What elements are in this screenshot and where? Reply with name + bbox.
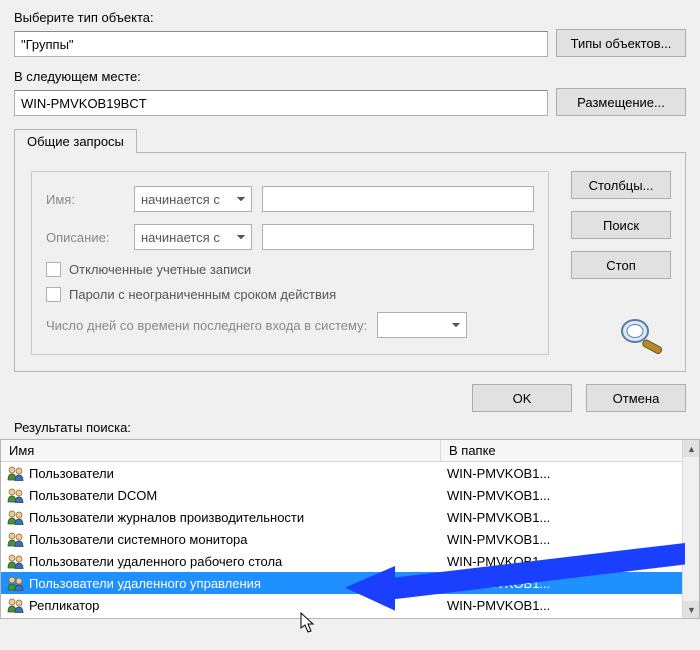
object-types-button[interactable]: Типы объектов...	[556, 29, 686, 57]
tab-common-queries[interactable]: Общие запросы	[14, 129, 137, 153]
row-name: Репликатор	[29, 598, 99, 613]
name-filter-label: Имя:	[46, 192, 124, 207]
row-folder: WIN-PMVKOB1...	[441, 532, 699, 547]
scroll-down-icon[interactable]: ▼	[683, 601, 700, 618]
disabled-accounts-label: Отключенные учетные записи	[69, 262, 251, 277]
table-row[interactable]: Пользователи удаленного управления WIN-P…	[1, 572, 699, 594]
row-folder: WIN-PMVKOB1...	[441, 488, 699, 503]
column-header-name[interactable]: Имя	[1, 440, 441, 461]
row-folder: WIN-PMVKOB1...	[441, 554, 699, 569]
row-name: Пользователи системного монитора	[29, 532, 248, 547]
magnifier-icon	[615, 315, 667, 355]
scroll-up-icon[interactable]: ▲	[683, 440, 700, 457]
row-folder: WIN-PMVKOB1...	[441, 466, 699, 481]
name-filter-mode[interactable]: начинается с	[134, 186, 252, 212]
group-icon	[7, 487, 25, 503]
group-icon	[7, 553, 25, 569]
name-filter-input[interactable]	[262, 186, 534, 212]
disabled-accounts-checkbox[interactable]	[46, 262, 61, 277]
columns-button[interactable]: Столбцы...	[571, 171, 671, 199]
row-name: Пользователи журналов производительности	[29, 510, 304, 525]
row-name: Пользователи удаленного рабочего стола	[29, 554, 282, 569]
row-name: Пользователи DCOM	[29, 488, 157, 503]
row-name: Пользователи удаленного управления	[29, 576, 261, 591]
row-folder: WIN-PMVKOB1...	[441, 510, 699, 525]
desc-filter-label: Описание:	[46, 230, 124, 245]
results-scrollbar[interactable]: ▲ ▼	[682, 440, 699, 618]
table-row[interactable]: Пользователи WIN-PMVKOB1...	[1, 462, 699, 484]
table-row[interactable]: Пользователи журналов производительности…	[1, 506, 699, 528]
table-row[interactable]: Пользователи системного монитора WIN-PMV…	[1, 528, 699, 550]
nonexpiring-pw-label: Пароли с неограниченным сроком действия	[69, 287, 336, 302]
days-since-login-label: Число дней со времени последнего входа в…	[46, 318, 367, 333]
nonexpiring-pw-checkbox[interactable]	[46, 287, 61, 302]
group-icon	[7, 531, 25, 547]
location-field[interactable]	[14, 90, 548, 116]
object-type-label: Выберите тип объекта:	[14, 10, 686, 25]
stop-button[interactable]: Стоп	[571, 251, 671, 279]
location-label: В следующем месте:	[14, 69, 686, 84]
desc-filter-input[interactable]	[262, 224, 534, 250]
query-tabs: Общие запросы Имя: начинается с Описание…	[14, 128, 686, 372]
days-since-login-select[interactable]	[377, 312, 467, 338]
group-icon	[7, 597, 25, 613]
table-row[interactable]: Репликатор WIN-PMVKOB1...	[1, 594, 699, 616]
row-folder: WIN-PMVKOB1...	[441, 598, 699, 613]
search-button[interactable]: Поиск	[571, 211, 671, 239]
row-folder: WIN-PMVKOB1...	[441, 576, 699, 591]
cancel-button[interactable]: Отмена	[586, 384, 686, 412]
desc-filter-mode[interactable]: начинается с	[134, 224, 252, 250]
table-row[interactable]: Пользователи DCOM WIN-PMVKOB1...	[1, 484, 699, 506]
column-header-folder[interactable]: В папке	[441, 440, 699, 461]
results-list: Имя В папке Пользователи WIN-PMVKOB1... …	[0, 439, 700, 619]
group-icon	[7, 509, 25, 525]
object-picker-panel: Выберите тип объекта: Типы объектов... В…	[0, 0, 700, 376]
group-icon	[7, 465, 25, 481]
table-row[interactable]: Пользователи удаленного рабочего стола W…	[1, 550, 699, 572]
tab-body: Имя: начинается с Описание: начинается с…	[14, 152, 686, 372]
results-label: Результаты поиска:	[0, 418, 700, 439]
ok-button[interactable]: OK	[472, 384, 572, 412]
query-options: Имя: начинается с Описание: начинается с…	[31, 171, 549, 355]
dialog-buttons: OK Отмена	[0, 376, 700, 418]
row-name: Пользователи	[29, 466, 114, 481]
object-type-field[interactable]	[14, 31, 548, 57]
group-icon	[7, 575, 25, 591]
locations-button[interactable]: Размещение...	[556, 88, 686, 116]
